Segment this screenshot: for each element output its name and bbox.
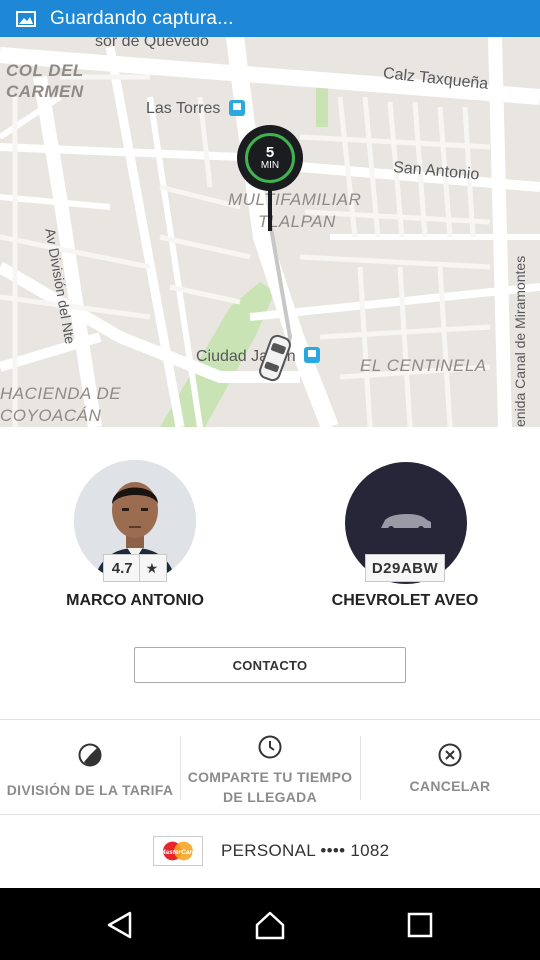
pin-stem [268,187,272,231]
payment-text: PERSONAL •••• 1082 [221,841,390,860]
back-icon[interactable] [103,908,137,942]
mastercard-logo: MasterCard [153,836,203,866]
map-label: enida Canal de Miramontes [512,255,528,427]
split-fare-button[interactable]: DIVISIÓN DE LA TARIFA [0,720,180,816]
recents-icon[interactable] [403,908,437,942]
share-eta-label-line1: COMPARTE TU TIEMPO [187,769,353,785]
star-icon: ★ [145,559,159,576]
eta-value: 5 [265,143,275,161]
driver-panel: 4.7 ★ MARCO ANTONIO D29ABW CHEVROLET AVE… [0,427,540,717]
trip-actions: DIVISIÓN DE LA TARIFA COMPARTE TU TIEMPO… [0,719,540,815]
image-icon [16,10,36,27]
map-label: HACIENDA DE [0,384,122,403]
split-fare-label: DIVISIÓN DE LA TARIFA [6,782,174,798]
car-icon [259,334,291,382]
status-bar: Guardando captura... [0,0,540,37]
eta-ring: 5 MIN [245,133,295,183]
vehicle-model: CHEVROLET AVEO [331,592,479,609]
map-label: COYOACÁN [0,406,102,425]
clock-icon [258,735,282,759]
eta-unit: MIN [260,159,280,171]
contact-button[interactable]: CONTACTO [134,647,406,683]
cancel-icon [438,743,462,767]
share-eta-label-line2: DE LLEGADA [223,789,317,805]
cancel-button[interactable]: CANCELAR [360,720,540,816]
map-label: Las Torres [146,100,221,117]
payment-method[interactable]: MasterCard PERSONAL •••• 1082 [0,816,540,888]
map[interactable]: sor de Quevedo COL DEL CARMEN Las Torres… [0,37,540,427]
svg-text:MasterCard: MasterCard [160,849,197,856]
map-label: sor de Quevedo [95,37,209,50]
status-text: Guardando captura... [50,7,234,29]
home-icon[interactable] [253,908,287,942]
share-eta-button[interactable]: COMPARTE TU TIEMPO DE LLEGADA [180,720,360,816]
cancel-label: CANCELAR [409,778,491,794]
license-plate: D29ABW [365,554,445,582]
eta-badge: 5 MIN [237,125,303,191]
split-fare-icon [78,743,102,767]
driver-name: MARCO ANTONIO [66,592,204,609]
driver-rating: 4.7 ★ [103,554,167,582]
android-nav-bar [0,888,540,960]
rating-value: 4.7 [106,555,140,581]
map-label: EL CENTINELA [360,356,487,375]
map-label: CARMEN [6,82,84,101]
map-label: COL DEL [6,61,84,80]
eta-pin[interactable]: 5 MIN [237,125,303,233]
